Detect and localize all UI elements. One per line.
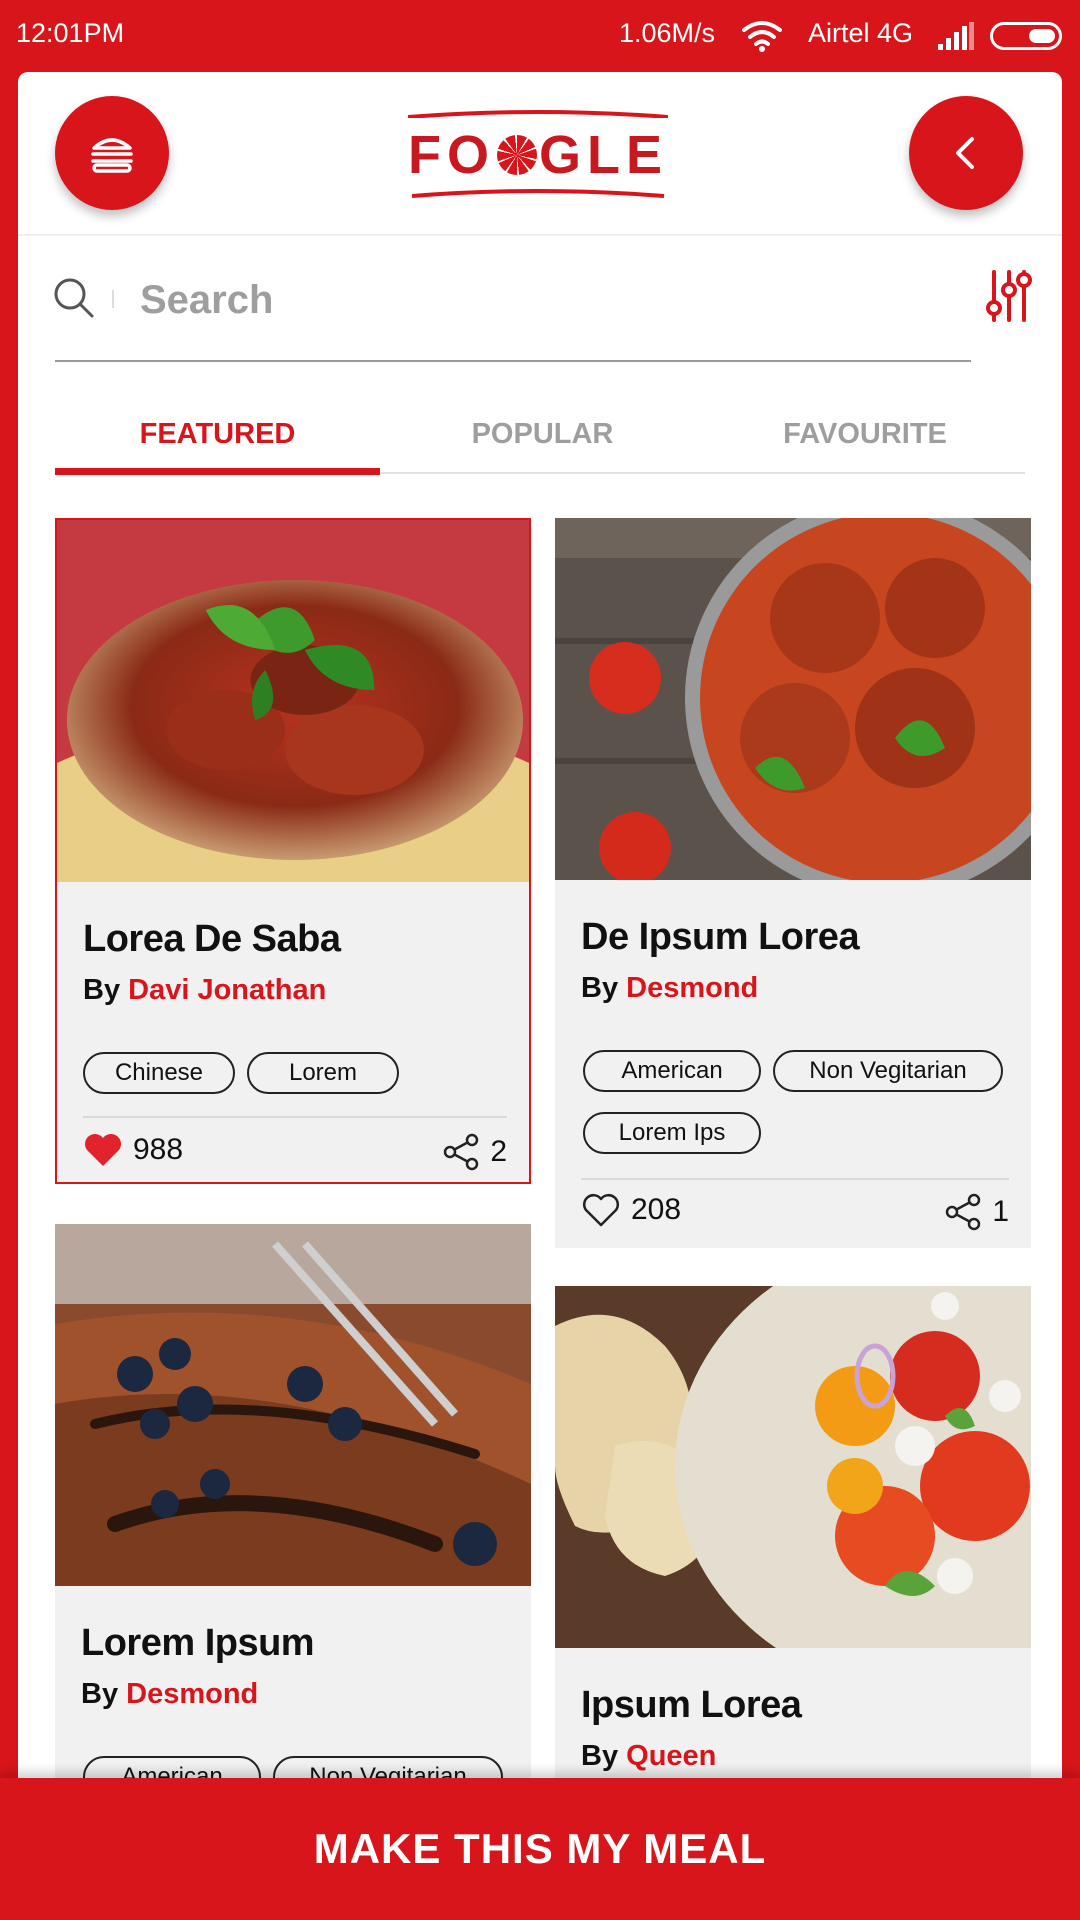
author-name[interactable]: Desmond	[126, 1678, 258, 1710]
search-underline	[55, 360, 971, 362]
status-network-speed: 1.06M/s	[619, 18, 716, 48]
recipe-author: By Davi Jonathan	[83, 974, 327, 1006]
tab-favourite[interactable]: FAVOURITE	[705, 418, 1025, 451]
share-count: 1	[992, 1195, 1009, 1228]
main-panel: FOGLE FEATURED POPULAR FAVOURITE	[18, 72, 1062, 1920]
like-button[interactable]: 988	[83, 1132, 183, 1168]
heart-filled-icon	[85, 1134, 121, 1166]
make-meal-button[interactable]: MAKE THIS MY MEAL	[0, 1778, 1080, 1920]
recipe-card[interactable]: Lorea De Saba By Davi Jonathan Chinese L…	[55, 518, 531, 1184]
card-divider	[83, 1116, 507, 1118]
like-count: 988	[133, 1133, 184, 1166]
recipe-image-crepes	[55, 1224, 531, 1586]
recipe-image-spaghetti	[57, 520, 529, 882]
recipe-author: By Desmond	[81, 1678, 259, 1710]
share-count: 2	[490, 1135, 507, 1168]
tag-chip[interactable]: Non Vegitarian	[773, 1050, 1003, 1092]
burger-icon	[91, 138, 133, 173]
share-icon	[946, 1193, 981, 1231]
tab-popular[interactable]: POPULAR	[380, 418, 705, 451]
recipe-image-meatballs	[555, 518, 1031, 880]
status-carrier: Airtel 4G	[808, 18, 914, 48]
header-divider	[18, 234, 1062, 236]
recipe-author: By Desmond	[581, 972, 759, 1004]
heart-outline-icon	[583, 1194, 619, 1227]
wifi-icon	[742, 21, 782, 52]
sliders-icon[interactable]	[984, 268, 1034, 324]
menu-button[interactable]	[55, 96, 169, 210]
tag-chip[interactable]: American	[583, 1050, 761, 1092]
author-name[interactable]: Desmond	[626, 972, 758, 1004]
search-icon	[54, 278, 94, 318]
tag-chip[interactable]: Lorem	[247, 1052, 399, 1094]
battery-icon	[990, 22, 1062, 50]
card-divider	[581, 1178, 1009, 1180]
author-name[interactable]: Davi Jonathan	[128, 974, 326, 1006]
recipe-title: Lorem Ipsum	[81, 1622, 315, 1664]
recipe-card[interactable]: De Ipsum Lorea By Desmond American Non V…	[555, 518, 1031, 1248]
status-bar: 12:01PM 1.06M/s Airtel 4G	[0, 0, 1080, 70]
foogle-logo: FO GLE	[408, 110, 668, 200]
tag-chip[interactable]: Lorem Ips	[583, 1112, 761, 1154]
search-separator	[112, 290, 114, 308]
signal-icon	[938, 22, 974, 50]
recipe-title: De Ipsum Lorea	[581, 916, 860, 958]
author-name[interactable]: Queen	[626, 1740, 716, 1772]
share-button[interactable]: 2	[442, 1132, 507, 1172]
status-time: 12:01PM	[16, 18, 125, 48]
back-button[interactable]	[909, 96, 1023, 210]
share-icon	[444, 1133, 479, 1171]
recipe-title: Lorea De Saba	[83, 918, 341, 960]
tab-featured[interactable]: FEATURED	[55, 418, 380, 451]
chevron-left-icon	[956, 137, 974, 169]
like-button[interactable]: 208	[581, 1192, 681, 1228]
active-tab-indicator	[55, 468, 380, 475]
pizza-logo-icon	[497, 135, 537, 175]
search-input[interactable]	[140, 270, 800, 330]
recipe-image-salad	[555, 1286, 1031, 1648]
recipe-title: Ipsum Lorea	[581, 1684, 802, 1726]
recipe-author: By Queen	[581, 1740, 717, 1772]
tag-chip[interactable]: Chinese	[83, 1052, 235, 1094]
like-count: 208	[631, 1193, 682, 1226]
share-button[interactable]: 1	[944, 1192, 1009, 1232]
